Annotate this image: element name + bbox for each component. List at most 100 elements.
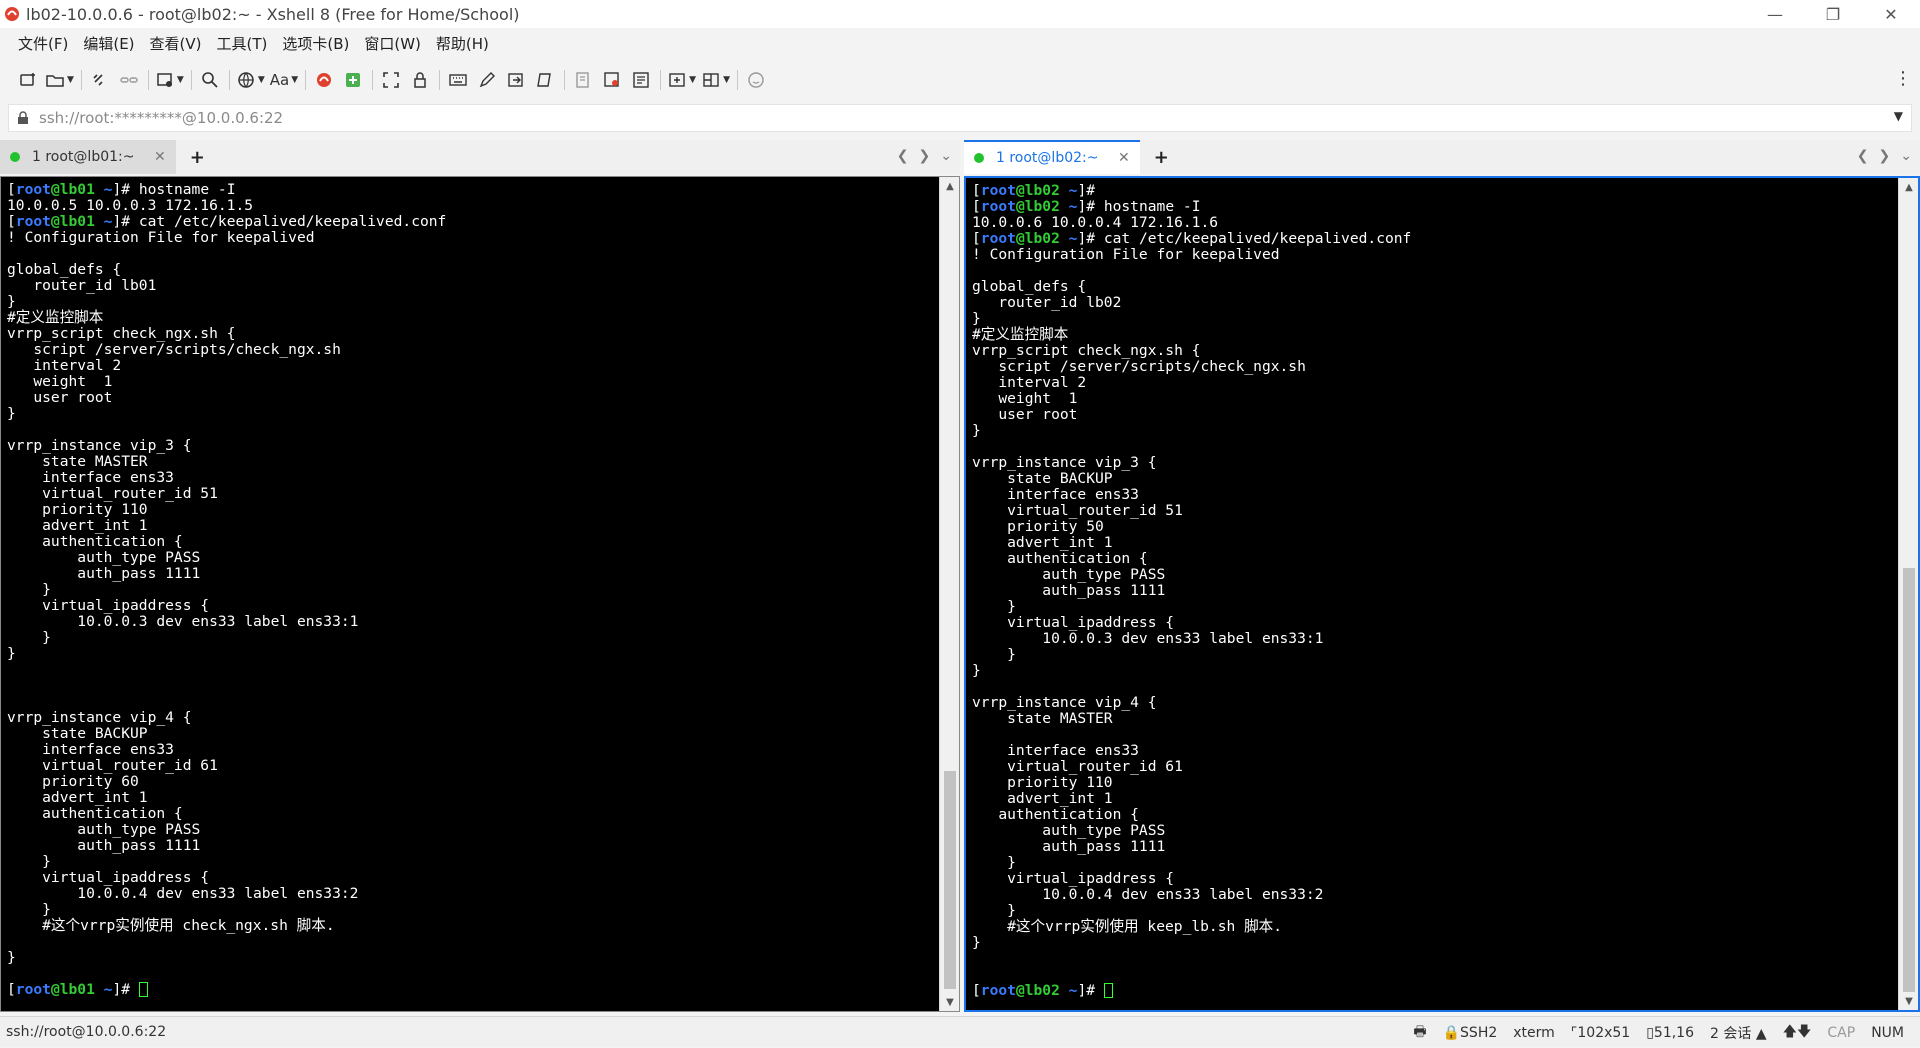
restore-icon[interactable]: ❐ xyxy=(1804,0,1862,28)
lock-button[interactable] xyxy=(408,67,432,93)
terminal-line-text: vrrp_instance vip_4 { xyxy=(972,694,1157,711)
transfer-button[interactable] xyxy=(504,67,528,93)
xmanager-icon xyxy=(317,73,332,87)
scroll-down-icon[interactable]: ▼ xyxy=(1899,992,1918,1010)
tab-lb01[interactable]: 1 root@lb01:~ ✕ xyxy=(0,140,176,174)
scroll-up-icon[interactable]: ▲ xyxy=(1899,178,1918,196)
menu-file[interactable]: 文件(F) xyxy=(18,33,68,54)
record-button[interactable] xyxy=(600,67,624,93)
xftp-button[interactable] xyxy=(341,67,365,93)
address-bar[interactable]: ssh://root:*********@10.0.0.6:22 ▼ xyxy=(8,104,1912,132)
terminal-line: virtual_ipaddress { xyxy=(7,870,446,886)
reconnect-button[interactable] xyxy=(88,67,112,93)
chat-button[interactable] xyxy=(744,67,768,93)
address-value[interactable]: ssh://root:*********@10.0.0.6:22 xyxy=(39,109,283,127)
terminal-line-text: interval 2 xyxy=(972,374,1087,391)
add-tab-icon[interactable]: + xyxy=(1154,147,1169,168)
scroll-thumb[interactable] xyxy=(944,771,956,989)
close-icon[interactable]: ✕ xyxy=(1862,0,1920,28)
terminal-line: script /server/scripts/check_ngx.sh xyxy=(972,359,1411,375)
scroll-down-icon[interactable]: ▼ xyxy=(940,993,959,1011)
prompt-punctuation: ]# xyxy=(112,213,139,230)
layout-button[interactable]: ▼ xyxy=(701,67,730,93)
vertical-scrollbar[interactable]: ▲ ▼ xyxy=(939,177,959,1011)
terminal-line: user root xyxy=(7,390,446,406)
xmanager-button[interactable] xyxy=(312,67,336,93)
connected-status-icon xyxy=(10,152,20,162)
terminal-line-text: advert_int 1 xyxy=(7,789,148,806)
terminal-line-text: } xyxy=(972,934,981,951)
terminal-line-text: auth_pass 1111 xyxy=(972,838,1166,855)
chevron-down-icon[interactable]: ▼ xyxy=(1894,109,1903,123)
terminal-line: 10.0.0.4 dev ens33 label ens33:2 xyxy=(972,887,1411,903)
menu-edit[interactable]: 编辑(E) xyxy=(83,33,134,54)
font-button[interactable]: Aa ▼ xyxy=(270,67,298,93)
prompt-host: @lb02 xyxy=(1015,230,1060,247)
terminal-line-text: ! Configuration File for keepalived xyxy=(7,229,315,246)
terminal-line: advert_int 1 xyxy=(972,791,1411,807)
menu-help[interactable]: 帮助(H) xyxy=(436,33,489,54)
chevron-right-icon[interactable]: ❯ xyxy=(1879,148,1891,164)
terminal-line: vrrp_instance vip_3 { xyxy=(7,438,446,454)
compose-button[interactable] xyxy=(475,67,499,93)
session-properties-button[interactable]: ▼ xyxy=(155,67,184,93)
fullscreen-button[interactable] xyxy=(379,67,403,93)
menu-tabs[interactable]: 选项卡(B) xyxy=(282,33,349,54)
menu-window[interactable]: 窗口(W) xyxy=(364,33,421,54)
encoding-button[interactable]: ▼ xyxy=(236,67,265,93)
log-button[interactable] xyxy=(571,67,595,93)
terminal-line-text: virtual_router_id 51 xyxy=(972,502,1183,519)
layout-icon xyxy=(703,73,719,87)
chevron-right-icon[interactable]: ❯ xyxy=(919,148,931,164)
new-tab-button[interactable]: ▼ xyxy=(667,67,696,93)
terminal-line-text: hostname -I xyxy=(1103,198,1201,215)
terminal-line-text: router_id lb02 xyxy=(972,294,1122,311)
more-options-icon[interactable]: ⋮ xyxy=(1894,68,1912,89)
minimize-icon[interactable]: — xyxy=(1746,0,1804,28)
close-icon[interactable]: ✕ xyxy=(154,149,166,165)
terminal-line-text: } xyxy=(7,581,51,598)
script-icon xyxy=(537,73,551,87)
chevron-left-icon[interactable]: ❮ xyxy=(897,148,909,164)
open-session-button[interactable]: ▼ xyxy=(45,67,74,93)
terminal-line: auth_type PASS xyxy=(972,823,1411,839)
keyboard-button[interactable] xyxy=(446,67,470,93)
chevron-left-icon[interactable]: ❮ xyxy=(1857,148,1869,164)
vertical-scrollbar[interactable]: ▲ ▼ xyxy=(1898,178,1918,1010)
chat-icon xyxy=(748,72,764,88)
lock-icon xyxy=(414,72,426,88)
terminal-lb02[interactable]: [root@lb02 ~]# [root@lb02 ~]# hostname -… xyxy=(964,176,1920,1012)
find-button[interactable] xyxy=(198,67,222,93)
add-tab-icon[interactable]: + xyxy=(190,147,205,168)
terminal-line: [root@lb02 ~]# xyxy=(972,983,1411,999)
menu-tools[interactable]: 工具(T) xyxy=(217,33,268,54)
chevron-down-icon[interactable]: ⌄ xyxy=(1900,148,1912,164)
terminal-line: vrrp_instance vip_4 { xyxy=(972,695,1411,711)
terminal-lb01[interactable]: [root@lb01 ~]# hostname -I 10.0.0.5 10.0.… xyxy=(0,176,960,1012)
folder-icon xyxy=(46,75,64,87)
terminal-line: 10.0.0.5 10.0.0.3 172.16.1.5 xyxy=(7,198,446,214)
send-key-icon[interactable]: 🖶 xyxy=(1413,1021,1426,1045)
scroll-up-icon[interactable]: ▲ xyxy=(940,177,959,195)
terminal-line-text: 10.0.0.3 dev ens33 label ens33:1 xyxy=(972,630,1324,647)
terminal-line: priority 60 xyxy=(7,774,446,790)
menu-view[interactable]: 查看(V) xyxy=(150,33,202,54)
notes-button[interactable] xyxy=(629,67,653,93)
chevron-down-icon[interactable]: ⌄ xyxy=(940,148,952,164)
prompt-dir: ~ xyxy=(1059,982,1078,999)
terminal-line-text: priority 50 xyxy=(972,518,1104,535)
disconnect-button[interactable] xyxy=(117,67,141,93)
scroll-thumb[interactable] xyxy=(1903,568,1915,992)
close-icon[interactable]: ✕ xyxy=(1118,150,1130,166)
tab-lb02[interactable]: 1 root@lb02:~ ✕ xyxy=(964,140,1140,174)
terminal-line: ! Configuration File for keepalived xyxy=(972,247,1411,263)
script-button[interactable] xyxy=(533,67,557,93)
terminal-line-text: } xyxy=(972,854,1016,871)
session-count[interactable]: 2 会话 ▲ xyxy=(1710,1023,1767,1043)
terminal-line-text: } xyxy=(972,646,1016,663)
new-session-button[interactable] xyxy=(16,67,40,93)
